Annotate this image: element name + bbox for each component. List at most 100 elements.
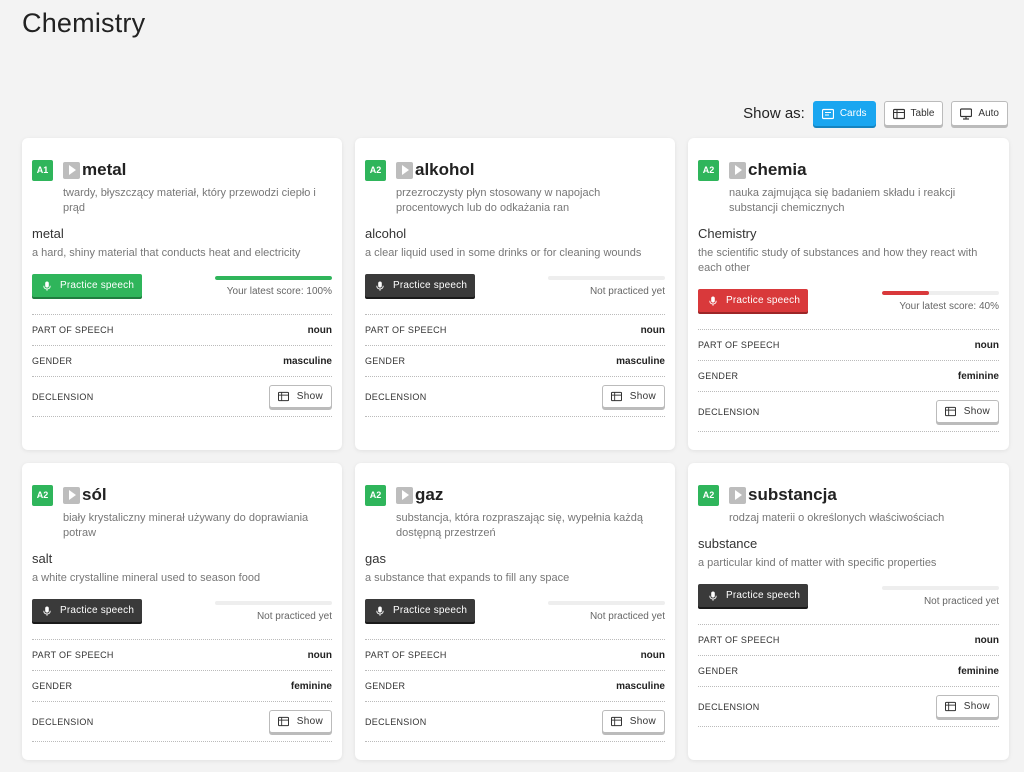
play-audio-icon[interactable] — [729, 486, 746, 504]
score-bar — [215, 276, 332, 280]
practice-row: Practice speech Not practiced yet — [698, 584, 999, 624]
practice-speech-button[interactable]: Practice speech — [698, 584, 809, 607]
part-of-speech-label: PART OF SPEECH — [32, 650, 114, 660]
microphone-icon — [709, 296, 717, 306]
table-icon — [277, 716, 289, 727]
score-bar — [882, 291, 999, 295]
score-text: Not practiced yet — [589, 286, 665, 297]
score-bar — [882, 586, 999, 590]
declension-row: DECLENSION Show — [698, 686, 999, 727]
score-bar-fill — [882, 291, 929, 295]
part-of-speech-value: noun — [974, 339, 999, 351]
show-declension-button[interactable]: Show — [601, 385, 665, 408]
practice-speech-button[interactable]: Practice speech — [32, 599, 143, 622]
part-of-speech-value: noun — [974, 634, 999, 646]
view-auto-button[interactable]: Auto — [951, 101, 1008, 126]
practice-speech-label: Practice speech — [393, 605, 468, 616]
gender-value: masculine — [616, 355, 665, 367]
show-label: Show — [629, 716, 656, 727]
gender-value: masculine — [283, 355, 332, 367]
score-box: Your latest score: 100% — [215, 274, 332, 297]
part-of-speech-label: PART OF SPEECH — [32, 325, 114, 335]
gender-label: GENDER — [32, 681, 73, 691]
level-badge: A2 — [365, 159, 386, 181]
show-label: Show — [296, 391, 323, 402]
show-label: Show — [629, 391, 656, 402]
show-label: Show — [296, 716, 323, 727]
practice-speech-button[interactable]: Practice speech — [365, 274, 476, 297]
play-audio-icon[interactable] — [396, 486, 413, 504]
practice-row: Practice speech Not practiced yet — [365, 599, 665, 639]
view-cards-button[interactable]: Cards — [812, 101, 876, 126]
translation: gas — [365, 551, 386, 566]
definition-polish: nauka zajmująca się badaniem składu i re… — [729, 187, 956, 214]
play-audio-icon[interactable] — [63, 161, 80, 179]
card-header: A2 sól — [32, 483, 332, 507]
part-of-speech-row: PART OF SPEECH noun — [32, 314, 332, 345]
microphone-icon — [43, 281, 51, 291]
declension-row: DECLENSION Show — [32, 701, 332, 742]
gender-row: GENDER masculine — [365, 670, 665, 701]
view-switch-label: Show as: — [743, 105, 805, 122]
show-declension-button[interactable]: Show — [268, 385, 332, 408]
card-header: A2 alkohol — [365, 158, 665, 182]
gender-value: feminine — [957, 665, 999, 677]
word-card: A2 sól biały krystaliczny minerał używan… — [22, 463, 342, 760]
declension-label: DECLENSION — [698, 406, 760, 417]
part-of-speech-value: noun — [640, 324, 665, 336]
play-audio-icon[interactable] — [63, 486, 80, 504]
declension-row: DECLENSION Show — [365, 701, 665, 742]
practice-speech-label: Practice speech — [60, 605, 135, 616]
score-box: Not practiced yet — [548, 274, 665, 297]
monitor-icon — [960, 107, 973, 120]
gender-row: GENDER masculine — [32, 345, 332, 376]
part-of-speech-label: PART OF SPEECH — [698, 635, 780, 645]
practice-speech-button[interactable]: Practice speech — [365, 599, 476, 622]
score-box: Not practiced yet — [882, 584, 999, 607]
definition-english: a substance that expands to fill any spa… — [365, 572, 570, 584]
practice-speech-button[interactable]: Practice speech — [32, 274, 143, 297]
gender-value: feminine — [957, 370, 999, 382]
score-bar — [215, 601, 332, 605]
word-title: gaz — [415, 485, 444, 504]
table-icon — [277, 391, 289, 402]
declension-row: DECLENSION Show — [365, 376, 665, 417]
part-of-speech-row: PART OF SPEECH noun — [365, 639, 665, 670]
score-text: Not practiced yet — [256, 611, 332, 622]
part-of-speech-value: noun — [640, 649, 665, 661]
card-header: A2 chemia — [698, 158, 999, 182]
card-header: A1 metal — [32, 158, 332, 182]
practice-row: Practice speech Not practiced yet — [32, 599, 332, 639]
word-title: substancja — [748, 485, 837, 504]
definition-polish: przezroczysty płyn stosowany w napojach … — [396, 187, 601, 214]
play-audio-icon[interactable] — [729, 161, 746, 179]
score-box: Your latest score: 40% — [882, 289, 999, 312]
level-badge: A2 — [32, 484, 53, 506]
definition-english: a particular kind of matter with specifi… — [698, 557, 937, 569]
word-card: A1 metal twardy, błyszczący materiał, kt… — [22, 138, 342, 450]
view-table-button[interactable]: Table — [883, 101, 944, 126]
translation: salt — [32, 551, 53, 566]
play-audio-icon[interactable] — [396, 161, 413, 179]
translation: metal — [32, 226, 64, 241]
show-label: Show — [963, 701, 990, 712]
definition-english: a clear liquid used in some drinks or fo… — [365, 247, 642, 259]
part-of-speech-value: noun — [307, 649, 332, 661]
show-declension-button[interactable]: Show — [935, 400, 999, 423]
show-declension-button[interactable]: Show — [268, 710, 332, 733]
practice-speech-label: Practice speech — [726, 295, 801, 306]
definition-english: a white crystalline mineral used to seas… — [32, 572, 261, 584]
word-title: metal — [82, 160, 127, 179]
view-cards-label: Cards — [839, 108, 867, 119]
show-declension-button[interactable]: Show — [935, 695, 999, 718]
score-text: Not practiced yet — [589, 611, 665, 622]
gender-row: GENDER masculine — [365, 345, 665, 376]
practice-speech-button[interactable]: Practice speech — [698, 289, 809, 312]
microphone-icon — [376, 281, 384, 291]
show-declension-button[interactable]: Show — [601, 710, 665, 733]
gender-value: feminine — [290, 680, 332, 692]
score-text: Your latest score: 40% — [899, 301, 999, 312]
view-table-label: Table — [910, 108, 935, 119]
page-title: Chemistry — [22, 8, 146, 38]
microphone-icon — [376, 606, 384, 616]
